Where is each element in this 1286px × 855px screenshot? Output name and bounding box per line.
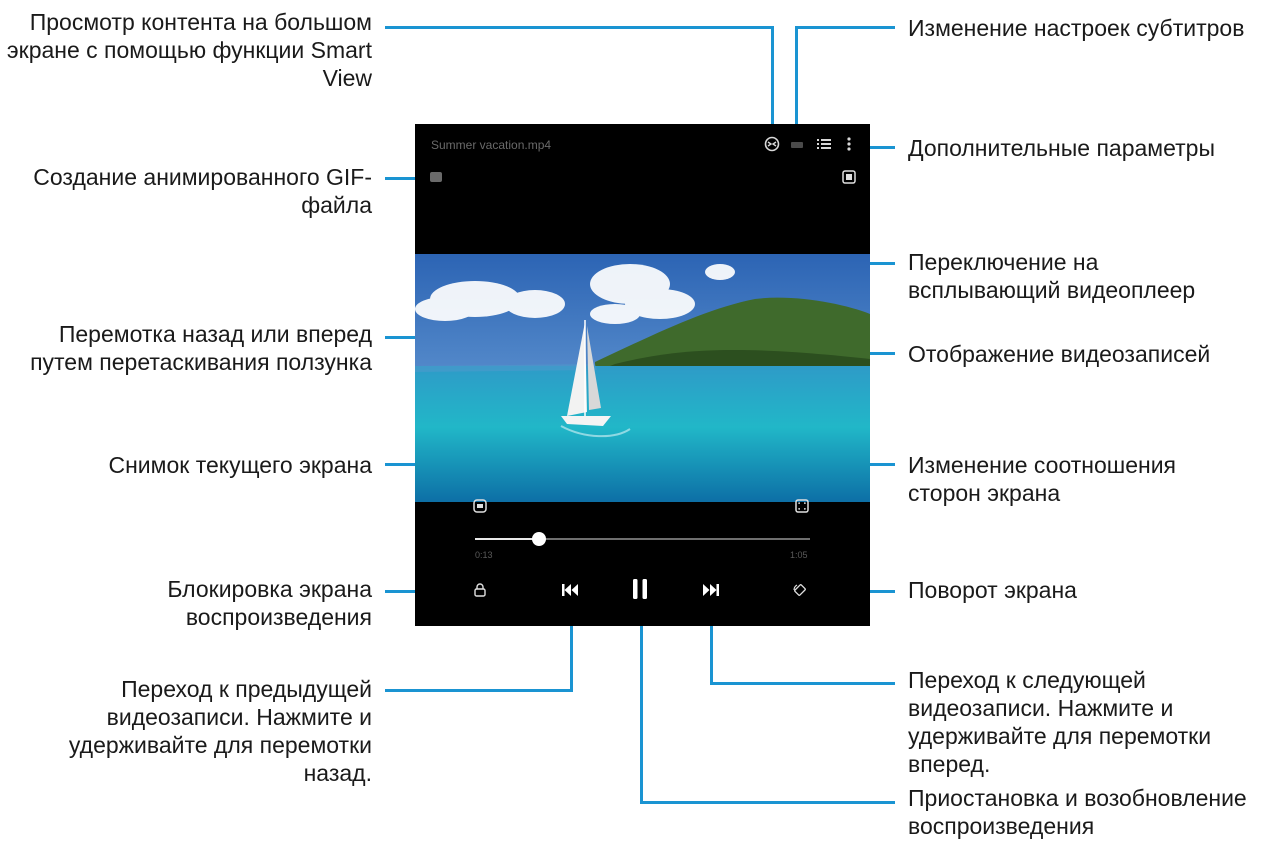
- seekbar-progress: [475, 538, 539, 540]
- leader-previous-h: [385, 689, 573, 692]
- leader-subtitles-v: [795, 26, 798, 124]
- pause-icon[interactable]: [630, 577, 650, 601]
- callout-previous: Переход к предыдущей видеозаписи. Нажмит…: [68, 676, 372, 786]
- gif-icon[interactable]: [428, 169, 444, 185]
- callout-seek: Перемотка назад или вперед путем перетас…: [30, 321, 372, 375]
- popup-player-icon[interactable]: [841, 169, 857, 185]
- video-title: Summer vacation.mp4: [431, 138, 552, 152]
- smart-view-icon[interactable]: [762, 134, 782, 154]
- aspect-ratio-icon[interactable]: [794, 498, 810, 514]
- capture-icon[interactable]: [472, 498, 488, 514]
- callout-rotate: Поворот экрана: [908, 577, 1077, 603]
- callout-playlist: Отображение видеозаписей: [908, 341, 1211, 367]
- previous-icon[interactable]: [560, 581, 580, 599]
- video-frame: [415, 254, 870, 502]
- current-time: 0:13: [475, 550, 493, 560]
- rotate-icon[interactable]: [792, 582, 808, 598]
- callout-capture: Снимок текущего экрана: [108, 452, 372, 478]
- callout-popup-player: Переключение на всплывающий видеоплеер: [908, 249, 1196, 303]
- callout-smart-view: Просмотр контента на большом экране с по…: [6, 9, 372, 91]
- callout-lock: Блокировка экрана воспроизведения: [167, 576, 372, 630]
- leader-subtitles-h: [795, 26, 895, 29]
- leader-smart-view-h: [385, 26, 773, 29]
- leader-smart-view-v: [771, 26, 774, 124]
- callout-gif: Создание анимированного GIF-файла: [33, 164, 372, 218]
- video-player-screen: Summer vacation.mp4 0:13 1:05: [415, 124, 870, 626]
- leader-next-h: [710, 682, 895, 685]
- seekbar-thumb[interactable]: [532, 532, 546, 546]
- callout-next: Переход к следующей видеозаписи. Нажмите…: [908, 667, 1212, 777]
- lock-icon[interactable]: [472, 582, 488, 598]
- callout-more-options: Дополнительные параметры: [908, 135, 1215, 161]
- subtitles-icon[interactable]: [787, 134, 807, 154]
- next-icon[interactable]: [701, 581, 721, 599]
- callout-pause: Приостановка и возобновление воспроизвед…: [908, 785, 1247, 839]
- leader-pause-h: [640, 801, 895, 804]
- playlist-icon[interactable]: [814, 134, 834, 154]
- callout-subtitles: Изменение настроек субтитров: [908, 15, 1245, 41]
- callout-aspect-ratio: Изменение соотношения сторон экрана: [908, 452, 1177, 506]
- leader-pause-v: [640, 605, 643, 804]
- total-time: 1:05: [790, 550, 808, 560]
- more-options-icon[interactable]: [839, 134, 859, 154]
